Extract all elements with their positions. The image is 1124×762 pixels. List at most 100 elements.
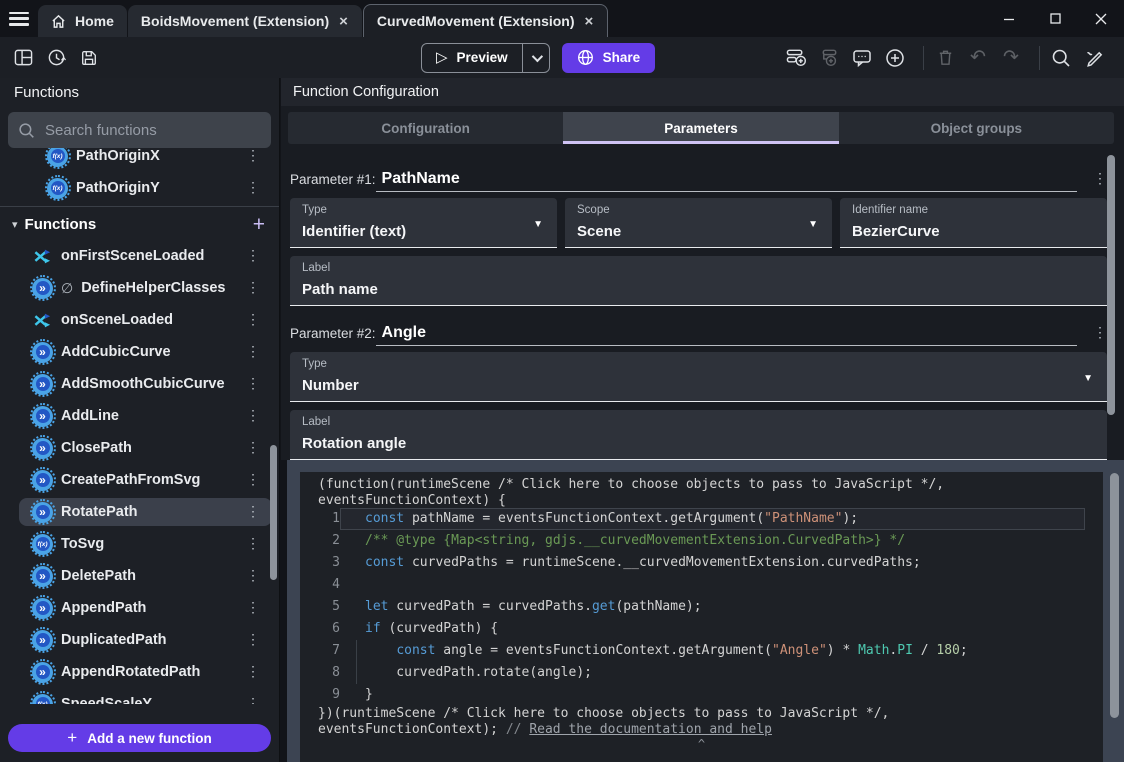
- item-menu-icon[interactable]: [246, 503, 260, 521]
- sidebar-item-PathOriginY[interactable]: PathOriginY: [19, 174, 272, 202]
- type-select[interactable]: Type Identifier (text): [290, 198, 557, 248]
- item-menu-icon[interactable]: [246, 439, 260, 457]
- sidebar-item-CreatePathFromSvg[interactable]: CreatePathFromSvg: [19, 466, 272, 494]
- comment-icon[interactable]: [849, 45, 875, 71]
- code-line[interactable]: [340, 574, 1085, 596]
- sidebar-item-onFirstSceneLoaded[interactable]: onFirstSceneLoaded: [19, 242, 272, 270]
- play-icon: [436, 48, 448, 67]
- sidebar-item-PathOriginX[interactable]: PathOriginX: [19, 148, 272, 170]
- add-circle-icon[interactable]: [882, 45, 908, 71]
- code-line[interactable]: curvedPath.rotate(angle);: [340, 662, 1085, 684]
- item-menu-icon[interactable]: [246, 535, 260, 553]
- search-icon[interactable]: [1048, 45, 1074, 71]
- maximize-button[interactable]: [1032, 0, 1078, 37]
- editor-collapse-handle[interactable]: ^: [300, 737, 1103, 755]
- sidebar-item-AddCubicCurve[interactable]: AddCubicCurve: [19, 338, 272, 366]
- dropdown-arrow-icon: [808, 214, 818, 232]
- minimize-button[interactable]: [986, 0, 1032, 37]
- panels-icon[interactable]: [10, 45, 36, 71]
- tab-configuration[interactable]: Configuration: [288, 112, 563, 144]
- sidebar-item-onSceneLoaded[interactable]: onSceneLoaded: [19, 306, 272, 334]
- code-header-lines: (function(runtimeScene /* Click here to …: [300, 477, 1103, 508]
- item-menu-icon[interactable]: [246, 599, 260, 617]
- item-menu-icon[interactable]: [246, 407, 260, 425]
- add-event-icon[interactable]: [783, 45, 809, 71]
- close-tab-icon[interactable]: ×: [584, 14, 595, 29]
- sidebar-item-AppendRotatedPath[interactable]: AppendRotatedPath: [19, 658, 272, 686]
- sidebar-item-ToSvg[interactable]: ToSvg: [19, 530, 272, 558]
- add-new-function-button[interactable]: Add a new function: [8, 724, 271, 752]
- parameter-name-input[interactable]: PathName: [376, 170, 1077, 192]
- sidebar-item-ClosePath[interactable]: ClosePath: [19, 434, 272, 462]
- item-menu-icon[interactable]: [246, 247, 260, 265]
- search-functions-box[interactable]: [8, 112, 271, 148]
- line-number: 3: [300, 552, 340, 574]
- tab-object-groups[interactable]: Object groups: [839, 112, 1114, 144]
- sidebar-item-SpeedScaleY[interactable]: SpeedScaleY: [19, 690, 272, 704]
- parameter-name-input[interactable]: Angle: [376, 324, 1077, 346]
- sidebar-item-DuplicatedPath[interactable]: DuplicatedPath: [19, 626, 272, 654]
- line-number: 7: [300, 640, 340, 662]
- sidebar-item-DeletePath[interactable]: DeletePath: [19, 562, 272, 590]
- identifier-name-field[interactable]: Identifier name BezierCurve: [840, 198, 1107, 248]
- sidebar-item-RotatePath[interactable]: RotatePath: [19, 498, 272, 526]
- item-menu-icon[interactable]: [246, 695, 260, 704]
- tab-parameters[interactable]: Parameters: [563, 112, 838, 144]
- item-menu-icon[interactable]: [246, 311, 260, 329]
- preview-options-button[interactable]: [522, 44, 549, 72]
- save-icon[interactable]: [76, 45, 102, 71]
- edit-icon[interactable]: [1081, 45, 1107, 71]
- item-menu-icon[interactable]: [246, 179, 260, 197]
- code-line[interactable]: const curvedPaths = runtimeScene.__curve…: [340, 552, 1085, 574]
- parameter-menu-icon[interactable]: [1093, 324, 1107, 346]
- parameter-1-fields: Type Identifier (text) Scope Scene Ident…: [290, 198, 1107, 248]
- functions-section-header[interactable]: Functions: [0, 210, 279, 238]
- sidebar-item-AddSmoothCubicCurve[interactable]: AddSmoothCubicCurve: [19, 370, 272, 398]
- undo-icon[interactable]: ↶: [965, 45, 991, 71]
- action-gear-icon: [32, 598, 53, 619]
- preview-button[interactable]: Preview: [422, 44, 522, 72]
- main-scrollbar-thumb[interactable]: [1107, 155, 1115, 415]
- item-menu-icon[interactable]: [246, 279, 260, 297]
- code-line[interactable]: const angle = eventsFunctionContext.getA…: [340, 640, 1085, 662]
- tab-boidsmovement[interactable]: BoidsMovement (Extension) ×: [128, 5, 362, 37]
- main-menu-button[interactable]: [0, 0, 38, 37]
- item-menu-icon[interactable]: [246, 663, 260, 681]
- sidebar-item-AppendPath[interactable]: AppendPath: [19, 594, 272, 622]
- code-line[interactable]: /** @type {Map<string, gdjs.__curvedMove…: [340, 530, 1085, 552]
- trash-icon[interactable]: [932, 45, 958, 71]
- label-field[interactable]: Label Path name: [290, 256, 1107, 306]
- sidebar-item-DefineHelperClasses[interactable]: ∅DefineHelperClasses: [19, 274, 272, 302]
- item-menu-icon[interactable]: [246, 567, 260, 585]
- code-line[interactable]: }: [340, 684, 1085, 706]
- share-button[interactable]: Share: [562, 43, 656, 73]
- parameter-menu-icon[interactable]: [1093, 170, 1107, 192]
- tab-home[interactable]: Home: [38, 5, 127, 37]
- search-functions-input[interactable]: [45, 122, 261, 139]
- code-line[interactable]: const pathName = eventsFunctionContext.g…: [340, 508, 1085, 530]
- sidebar-scrollbar-thumb[interactable]: [270, 445, 277, 580]
- scope-select[interactable]: Scope Scene: [565, 198, 832, 248]
- add-function-plus-icon[interactable]: [253, 214, 267, 235]
- history-icon[interactable]: [43, 45, 69, 71]
- label-field[interactable]: Label Rotation angle: [290, 410, 1107, 460]
- javascript-code-editor[interactable]: (function(runtimeScene /* Click here to …: [300, 472, 1103, 762]
- item-menu-icon[interactable]: [246, 471, 260, 489]
- code-line[interactable]: let curvedPath = curvedPaths.get(pathNam…: [340, 596, 1085, 618]
- code-scrollbar-thumb[interactable]: [1110, 473, 1119, 718]
- item-menu-icon[interactable]: [246, 375, 260, 393]
- code-line[interactable]: if (curvedPath) {: [340, 618, 1085, 640]
- close-tab-icon[interactable]: ×: [338, 14, 349, 29]
- close-window-button[interactable]: [1078, 0, 1124, 37]
- item-menu-icon[interactable]: [246, 148, 260, 165]
- redo-icon[interactable]: ↷: [998, 45, 1024, 71]
- sidebar-item-AddLine[interactable]: AddLine: [19, 402, 272, 430]
- item-menu-icon[interactable]: [246, 631, 260, 649]
- window-controls: [986, 0, 1124, 37]
- item-menu-icon[interactable]: [246, 343, 260, 361]
- documentation-link[interactable]: Read the documentation and help: [529, 722, 772, 737]
- type-select[interactable]: Type Number: [290, 352, 1107, 402]
- add-subevent-icon[interactable]: [816, 45, 842, 71]
- preview-split-button: Preview: [421, 43, 550, 73]
- tab-curvedmovement[interactable]: CurvedMovement (Extension) ×: [363, 4, 608, 37]
